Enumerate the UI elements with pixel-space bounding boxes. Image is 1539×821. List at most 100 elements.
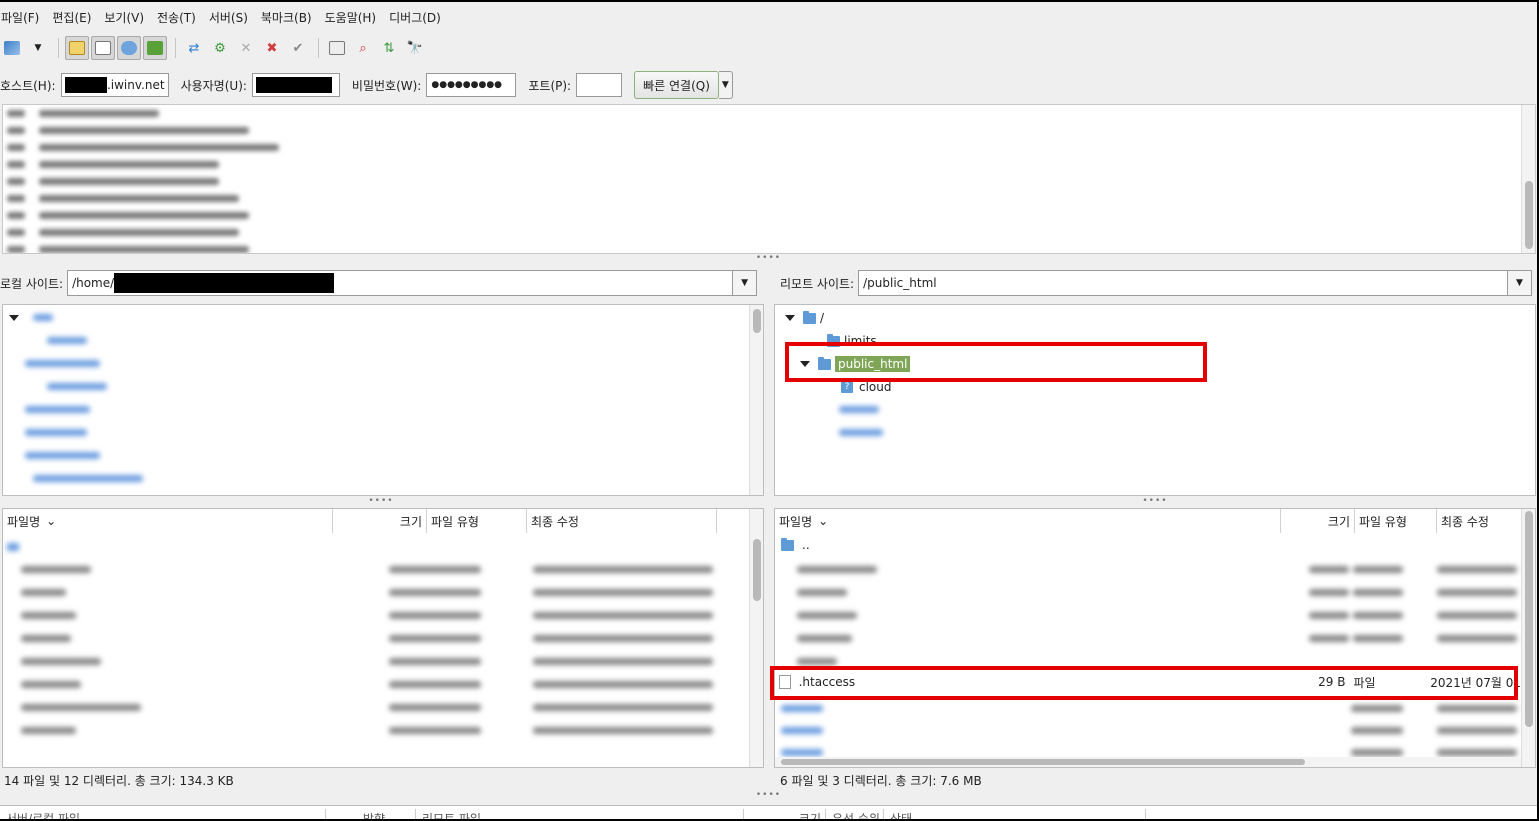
remote-path-input[interactable]: /public_html	[858, 270, 1508, 296]
local-list-scrollbar[interactable]	[749, 509, 763, 767]
queue-splitter[interactable]: ••••	[0, 790, 1537, 800]
col-header-modified[interactable]: 최종 수정	[527, 509, 717, 533]
local-path-value: /home/	[72, 276, 115, 290]
password-label: 비밀번호(W):	[351, 78, 422, 93]
folder-icon	[781, 537, 794, 551]
search-icon[interactable]: 🔭	[403, 36, 427, 60]
log-line	[7, 207, 1535, 224]
local-path-input[interactable]: /home/	[67, 270, 734, 296]
compare-icon[interactable]: ⌕	[351, 36, 375, 60]
toolbar-separator	[58, 38, 59, 58]
quickconnect-bar: 호스트(H): .iwinv.net 사용자명(U): 비밀번호(W): ●●●…	[0, 68, 1537, 102]
process-queue-icon[interactable]: ⚙	[208, 36, 232, 60]
col-header-type[interactable]: 파일 유형	[1355, 509, 1437, 533]
highlight-box-public-html	[785, 342, 1207, 382]
site-manager-dropdown-icon[interactable]: ▼	[26, 36, 50, 60]
queue-col-priority[interactable]: 우선 순위	[826, 809, 884, 819]
quickconnect-button[interactable]: 빠른 연결(Q)	[634, 71, 719, 99]
chevron-down-icon[interactable]: ▼	[733, 270, 758, 296]
toolbar: ▼ ⇄ ⚙ ✕ ✖ ✔ ⌕ ⇅ 🔭	[0, 32, 1537, 64]
remote-site-bar: 리모트 사이트: /public_html ▼	[780, 270, 1532, 296]
highlight-box-htaccess	[770, 666, 1518, 700]
local-status: 14 파일 및 12 디렉터리. 총 크기: 134.3 KB	[4, 773, 234, 788]
menu-view[interactable]: 보기(V)	[103, 9, 151, 26]
queue-col-size[interactable]: 크기	[744, 809, 826, 819]
log-scrollbar[interactable]	[1521, 105, 1535, 253]
toggle-log-icon[interactable]	[65, 36, 89, 60]
menu-server[interactable]: 서버(S)	[208, 9, 255, 26]
remote-site-label: 리모트 사이트:	[780, 276, 855, 291]
col-header-name[interactable]: 파일명 ⌄	[775, 509, 1281, 533]
log-splitter[interactable]: ••••	[0, 253, 1537, 263]
site-manager-icon[interactable]	[0, 36, 24, 60]
toolbar-separator	[318, 38, 319, 58]
remote-file-list: 파일명⌄ 크기 파일 유형 최종 수정 .. (function(){ var …	[774, 508, 1536, 768]
host-label: 호스트(H):	[0, 78, 56, 93]
toggle-remote-tree-icon[interactable]	[117, 36, 141, 60]
tree-expander[interactable]	[9, 308, 27, 328]
local-tree-scrollbar[interactable]	[749, 305, 763, 495]
log-line	[7, 224, 1535, 241]
local-site-label: 로컬 사이트:	[0, 276, 64, 291]
menu-help[interactable]: 도움말(H)	[324, 9, 384, 26]
remote-status: 6 파일 및 3 디렉터리. 총 크기: 7.6 MB	[780, 773, 982, 788]
file-name: ..	[802, 538, 810, 552]
redaction-block	[255, 77, 332, 93]
menu-file[interactable]: 파일(F)	[0, 9, 46, 26]
quickconnect-dropdown-icon[interactable]: ▼	[718, 71, 733, 99]
remote-list-scrollbar[interactable]	[1521, 509, 1535, 767]
port-input[interactable]	[576, 73, 623, 97]
folder-icon	[803, 310, 816, 324]
menu-transfer[interactable]: 전송(T)	[156, 9, 203, 26]
col-header-modified[interactable]: 최종 수정	[1437, 509, 1523, 533]
tree-root-label: /	[820, 311, 825, 325]
menu-bar: 파일(F) 편집(E) 보기(V) 전송(T) 서버(S) 북마크(B) 도움말…	[0, 4, 1537, 30]
local-tree	[2, 304, 764, 496]
col-header-size[interactable]: 크기	[333, 509, 427, 533]
remote-path-value: /public_html	[863, 276, 937, 290]
reconnect-icon[interactable]: ✔	[286, 36, 310, 60]
menu-bookmarks[interactable]: 북마크(B)	[260, 9, 319, 26]
menu-edit[interactable]: 편집(E)	[51, 9, 98, 26]
user-input[interactable]	[251, 73, 340, 97]
header-label: 파일명	[7, 514, 41, 529]
toolbar-separator	[175, 38, 176, 58]
disconnect-icon[interactable]: ✖	[260, 36, 284, 60]
log-line	[7, 139, 1535, 156]
queue-col-local[interactable]: 서버/로컬 파일	[0, 809, 326, 819]
port-label: 포트(P):	[528, 78, 572, 93]
list-item-parent[interactable]: ..	[781, 534, 810, 556]
remote-splitter[interactable]: ••••	[774, 496, 1536, 506]
col-header-type[interactable]: 파일 유형	[427, 509, 527, 533]
local-site-bar: 로컬 사이트: /home/ ▼	[0, 270, 764, 296]
host-input[interactable]: .iwinv.net	[60, 73, 169, 97]
redaction-block	[64, 77, 107, 93]
expand-icon[interactable]	[785, 315, 795, 321]
queue-col-status[interactable]: 상태	[884, 809, 1146, 819]
tree-root[interactable]: /	[785, 308, 824, 328]
sync-browse-icon[interactable]: ⇅	[377, 36, 401, 60]
log-line	[7, 122, 1535, 139]
chevron-down-icon[interactable]: ▼	[1508, 270, 1532, 296]
local-splitter[interactable]: ••••	[0, 496, 762, 506]
log-line	[7, 105, 1535, 122]
unknown-folder-icon: ?	[841, 381, 853, 393]
password-input[interactable]: ●●●●●●●●●	[426, 73, 517, 97]
chevron-down-icon: ⌄	[818, 514, 829, 528]
filter-icon[interactable]	[325, 36, 349, 60]
col-header-name[interactable]: 파일명 ⌄	[3, 509, 333, 533]
transfer-queue: 서버/로컬 파일 방향 리모트 파일 크기 우선 순위 상태	[0, 805, 1537, 819]
message-log	[2, 104, 1536, 254]
menu-debug[interactable]: 디버그(D)	[388, 9, 448, 26]
remote-hscroll[interactable]	[775, 757, 1523, 767]
queue-col-remote[interactable]: 리모트 파일	[416, 809, 744, 819]
col-header-size[interactable]: 크기	[1281, 509, 1355, 533]
toggle-queue-icon[interactable]	[143, 36, 167, 60]
refresh-icon[interactable]: ⇄	[182, 36, 206, 60]
log-line	[7, 173, 1535, 190]
local-file-list: 파일명⌄ 크기 파일 유형 최종 수정 (function(){ var top…	[2, 508, 764, 768]
toggle-local-tree-icon[interactable]	[91, 36, 115, 60]
cancel-icon[interactable]: ✕	[234, 36, 258, 60]
queue-col-direction[interactable]: 방향	[326, 809, 416, 819]
remote-tree: / limits public_html ? cloud	[774, 304, 1536, 496]
